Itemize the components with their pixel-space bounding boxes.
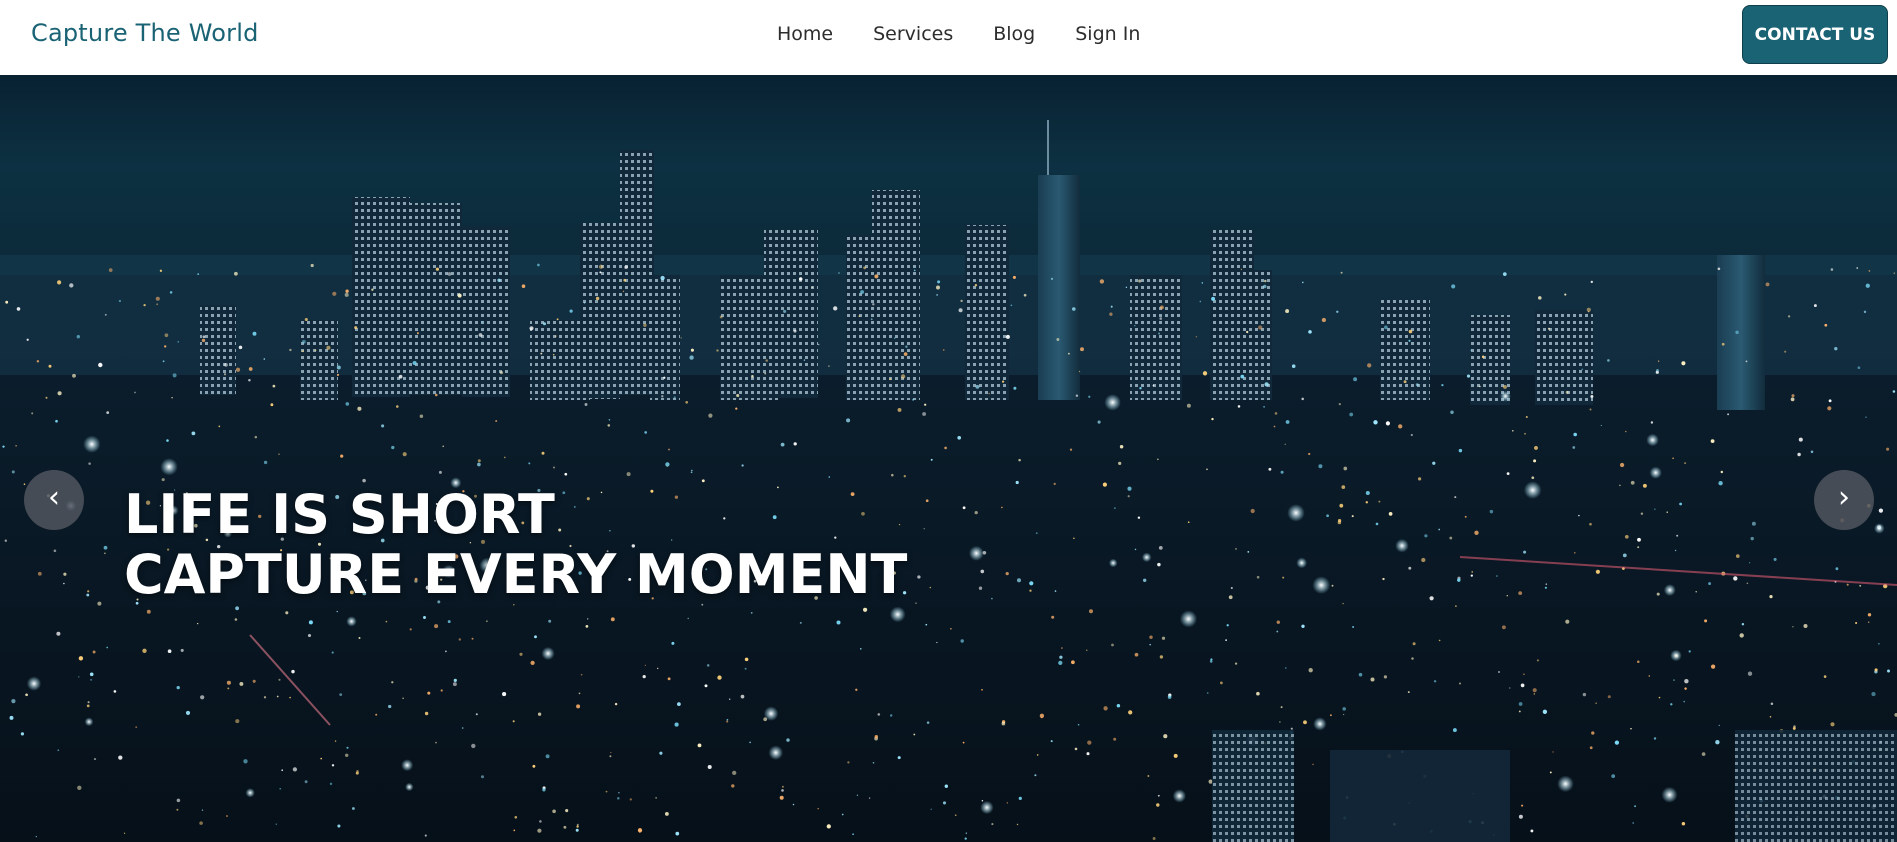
hero-line-2: CAPTURE EVERY MOMENT	[124, 543, 908, 606]
brand-logo[interactable]: Capture The World	[31, 19, 259, 47]
nav-home[interactable]: Home	[777, 23, 833, 45]
nav-links: Home Services Blog Sign In	[777, 23, 1140, 45]
hero-line-1: LIFE IS SHORT	[124, 483, 555, 546]
carousel-prev-button[interactable]: ‹	[24, 470, 84, 530]
carousel-next-button[interactable]: ›	[1814, 470, 1874, 530]
hero-headline: LIFE IS SHORT CAPTURE EVERY MOMENT	[124, 485, 907, 605]
hero-carousel: ‹ › LIFE IS SHORT CAPTURE EVERY MOMENT	[0, 75, 1897, 842]
hero-background-image	[0, 75, 1897, 842]
nav-sign-in[interactable]: Sign In	[1075, 23, 1140, 45]
contact-us-button[interactable]: CONTACT US	[1742, 5, 1888, 64]
nav-blog[interactable]: Blog	[993, 23, 1035, 45]
nav-services[interactable]: Services	[873, 23, 953, 45]
navbar: Capture The World Home Services Blog Sig…	[0, 0, 1897, 75]
